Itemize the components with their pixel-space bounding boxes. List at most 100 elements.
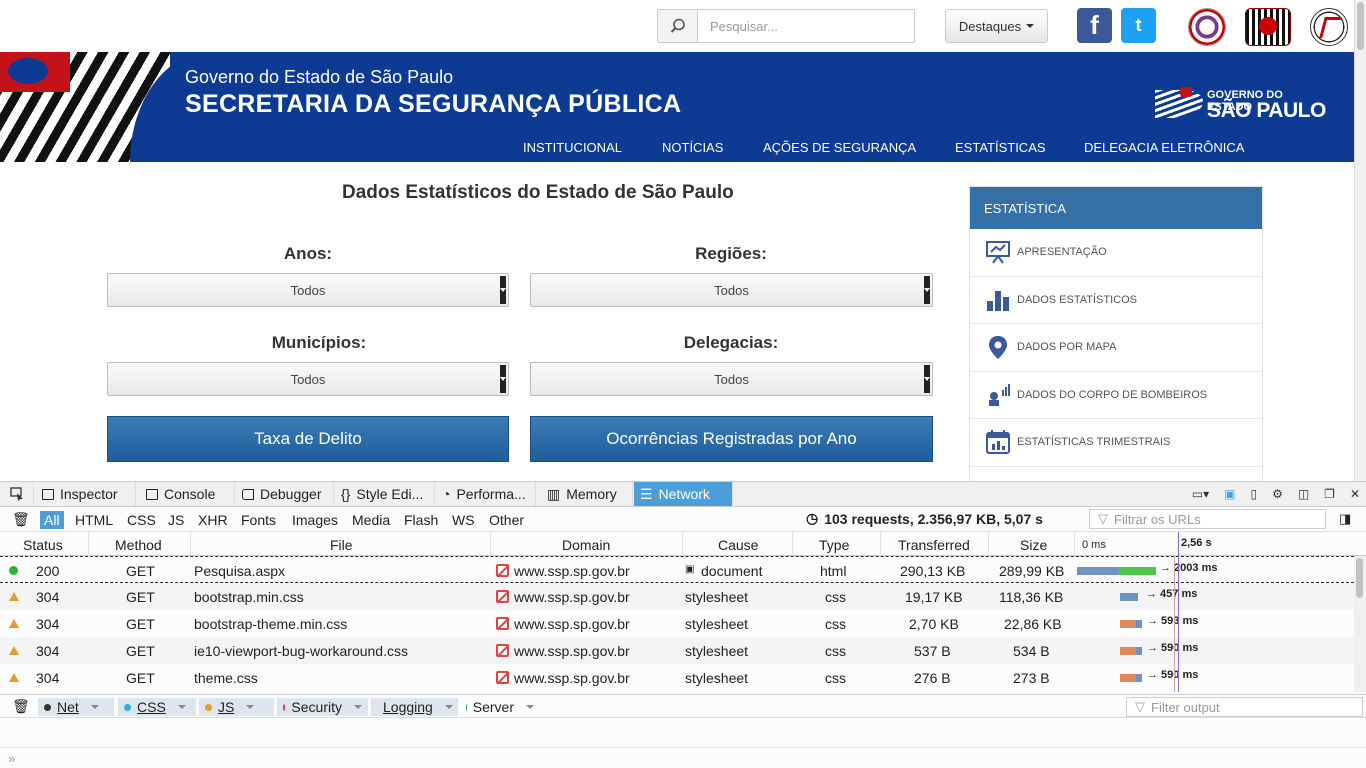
taxa-de-delito-button[interactable]: Taxa de Delito xyxy=(107,416,509,462)
console-filter-security[interactable]: Security xyxy=(277,698,368,716)
nav-delegacia-eletronica[interactable]: DELEGACIA ELETRÔNICA xyxy=(1084,140,1244,155)
scrollbar-thumb[interactable] xyxy=(1357,2,1364,50)
regioes-select[interactable]: Todos xyxy=(530,273,933,307)
reload-clock-icon: ◷ xyxy=(806,510,819,526)
network-column-header: Status Method File Domain Cause Type Tra… xyxy=(0,532,1366,556)
cell-size: 22,86 KB xyxy=(1004,616,1062,632)
sidebar-item-corpo-de-bombeiros[interactable]: DADOS DO CORPO DE BOMBEIROS xyxy=(970,372,1262,419)
console-filter-css[interactable]: CSS xyxy=(118,698,196,716)
filter-ws[interactable]: WS xyxy=(448,511,479,529)
console-filter-logging[interactable]: Logging xyxy=(371,698,458,716)
filter-fonts[interactable]: Fonts xyxy=(237,511,280,529)
filter-html[interactable]: HTML xyxy=(71,511,117,529)
document-icon: ▣ xyxy=(685,564,695,575)
tab-style-editor-label: Style Edi... xyxy=(356,486,424,502)
search-button[interactable] xyxy=(658,10,698,42)
request-row[interactable]: 200 GET Pesquisa.aspx www.ssp.sp.gov.br … xyxy=(0,556,1354,583)
url-filter-input[interactable]: ▽ Filtrar os URLs xyxy=(1089,509,1326,529)
scrollbar-thumb[interactable] xyxy=(1356,558,1363,598)
cell-cause: document xyxy=(701,563,763,579)
tab-inspector[interactable]: Inspector xyxy=(36,482,136,506)
facebook-glyph: f xyxy=(1090,10,1099,40)
request-list: 200 GET Pesquisa.aspx www.ssp.sp.gov.br … xyxy=(0,556,1354,692)
responsive-mode-icon[interactable]: ▯ xyxy=(1250,487,1257,501)
col-method[interactable]: Method xyxy=(115,537,162,553)
request-list-scrollbar[interactable] xyxy=(1354,556,1366,692)
nav-noticias[interactable]: NOTÍCIAS xyxy=(662,140,723,155)
filter-js[interactable]: JS xyxy=(164,511,188,529)
nav-acoes-de-seguranca[interactable]: AÇÕES DE SEGURANÇA xyxy=(763,140,916,155)
municipios-select[interactable]: Todos xyxy=(107,362,509,396)
toolbox-options-icon[interactable]: ▣ xyxy=(1224,487,1235,501)
col-file[interactable]: File xyxy=(330,537,353,553)
sidebar-item-dados-por-mapa[interactable]: DADOS POR MAPA xyxy=(970,324,1262,372)
col-domain[interactable]: Domain xyxy=(562,537,610,553)
request-row[interactable]: 304 GET bootstrap-theme.min.css www.ssp.… xyxy=(0,610,1354,637)
cell-method: GET xyxy=(126,589,155,605)
dock-side-icon[interactable]: ◫ xyxy=(1298,487,1309,501)
col-status[interactable]: Status xyxy=(23,537,63,553)
ocorrencias-por-ano-button[interactable]: Ocorrências Registradas por Ano xyxy=(530,416,933,462)
filter-xhr[interactable]: XHR xyxy=(194,511,232,529)
twitter-icon[interactable]: t xyxy=(1121,8,1156,43)
facebook-icon[interactable]: f xyxy=(1077,8,1112,43)
console-filter-server[interactable]: Server xyxy=(460,698,540,716)
nav-institucional[interactable]: INSTITUCIONAL xyxy=(523,140,622,155)
sidebar-item-apresentacao[interactable]: APRESENTAÇÃO xyxy=(970,229,1262,277)
status-ok-icon xyxy=(9,566,18,575)
secretaria-title[interactable]: SECRETARIA DA SEGURANÇA PÚBLICA xyxy=(185,90,681,119)
anos-select[interactable]: Todos xyxy=(107,273,509,307)
close-icon[interactable]: ✕ xyxy=(1350,487,1360,501)
policia-militar-seal-icon[interactable] xyxy=(1188,8,1226,46)
request-row[interactable]: 304 GET theme.css www.ssp.sp.gov.br styl… xyxy=(0,664,1354,691)
filter-flash[interactable]: Flash xyxy=(400,511,442,529)
col-cause[interactable]: Cause xyxy=(718,537,758,553)
tab-debugger[interactable]: Debugger xyxy=(236,482,334,506)
cell-file: bootstrap.min.css xyxy=(194,589,304,605)
filter-images[interactable]: Images xyxy=(288,511,342,529)
col-transferred[interactable]: Transferred xyxy=(898,537,970,553)
cell-transferred: 2,70 KB xyxy=(909,616,959,632)
nav-estatisticas[interactable]: ESTATÍSTICAS xyxy=(955,140,1046,155)
clear-console-trash-icon[interactable]: 🗑 xyxy=(12,698,30,715)
console-input[interactable]: » xyxy=(0,747,1366,768)
insecure-connection-icon xyxy=(496,617,509,630)
console-filter-net[interactable]: Net xyxy=(38,698,114,716)
page-scrollbar[interactable] xyxy=(1354,0,1366,481)
tab-memory[interactable]: ▥ Memory xyxy=(541,482,633,506)
request-row[interactable]: 304 GET bootstrap.min.css www.ssp.sp.gov… xyxy=(0,583,1354,610)
search-input[interactable] xyxy=(698,10,914,42)
tab-style-editor[interactable]: {} Style Edi... xyxy=(335,482,435,506)
policia-cientifica-seal-icon[interactable] xyxy=(1310,8,1348,46)
clear-trash-icon[interactable]: 🗑 xyxy=(12,511,30,528)
console-filter-label: Logging xyxy=(383,699,433,715)
state-coat-of-arms-icon[interactable] xyxy=(1245,8,1291,46)
filter-all[interactable]: All xyxy=(40,511,64,529)
governo-sao-paulo-logo[interactable]: GOVERNO DO ESTADO SÃO PAULO xyxy=(1155,86,1330,122)
request-row[interactable]: 304 GET ie10-viewport-bug-workaround.css… xyxy=(0,637,1354,664)
col-size[interactable]: Size xyxy=(1020,537,1047,553)
sidebar-item-estatisticas-trimestrais[interactable]: ESTATÍSTICAS TRIMESTRAIS xyxy=(970,419,1262,467)
cell-status: 304 xyxy=(36,616,60,632)
console-filter-js[interactable]: JS xyxy=(199,698,274,716)
filter-css[interactable]: CSS xyxy=(123,511,160,529)
cell-method: GET xyxy=(126,670,155,686)
filter-other[interactable]: Other xyxy=(485,511,528,529)
settings-gear-icon[interactable]: ⚙ xyxy=(1272,487,1283,501)
tab-network[interactable]: ☰ Network xyxy=(634,482,733,506)
sidebar-item-dados-estatisticos[interactable]: DADOS ESTATÍSTICOS xyxy=(970,277,1262,324)
tab-performance[interactable]: ◔ Performa... xyxy=(436,482,536,506)
sidebar-item-label: APRESENTAÇÃO xyxy=(1017,246,1107,259)
split-console-icon[interactable]: ▭▾ xyxy=(1192,487,1209,501)
col-type[interactable]: Type xyxy=(819,537,849,553)
cell-size: 273 B xyxy=(1013,670,1050,686)
tab-console[interactable]: Console xyxy=(140,482,235,506)
separate-window-icon[interactable]: ❐ xyxy=(1324,487,1335,501)
element-picker-icon[interactable] xyxy=(0,482,34,506)
dropdown-arrow-icon xyxy=(924,276,930,304)
destaques-dropdown[interactable]: Destaques xyxy=(945,9,1048,43)
output-filter-input[interactable]: ▽ Filter output xyxy=(1126,697,1363,717)
toggle-sidebar-icon[interactable]: ◨ xyxy=(1339,511,1351,527)
filter-media[interactable]: Media xyxy=(348,511,394,529)
delegacias-select[interactable]: Todos xyxy=(530,362,933,396)
